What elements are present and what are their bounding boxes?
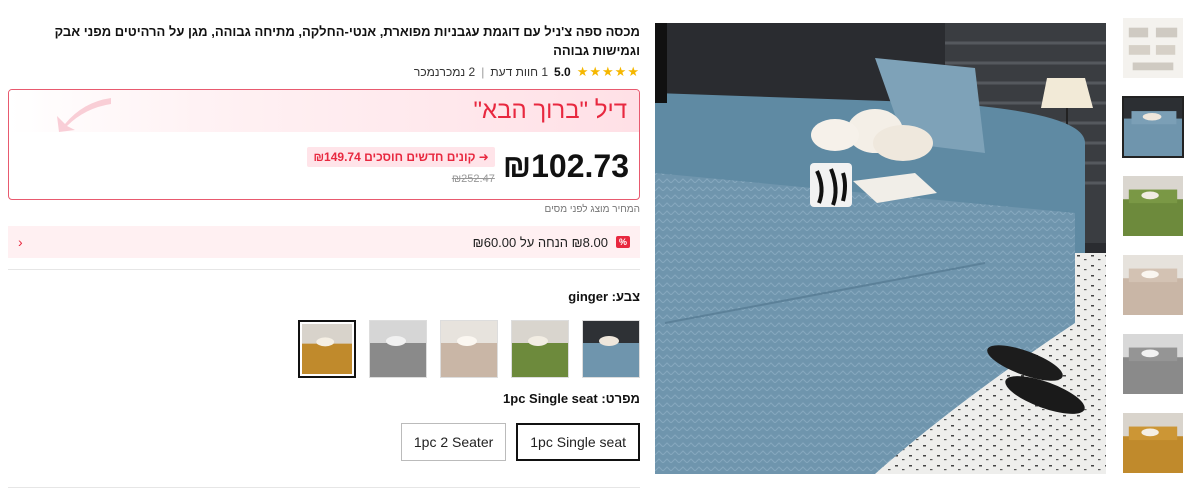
separator: | bbox=[481, 65, 485, 79]
color-swatch-ginger[interactable] bbox=[298, 320, 356, 378]
thumbnail-green[interactable] bbox=[1122, 175, 1184, 237]
price-side: ➜ קונים חדשים חוסכים ₪149.74 ₪252.47 bbox=[307, 147, 495, 185]
color-swatch-gray[interactable] bbox=[369, 320, 427, 378]
sold-count: 2 נמכרנמכר bbox=[413, 65, 476, 79]
size-label: מפרט: 1pc Single seat bbox=[503, 391, 640, 406]
thumbnail-ginger[interactable] bbox=[1122, 412, 1184, 474]
coupon-tag-icon: % bbox=[615, 236, 630, 248]
original-price: ₪252.47 bbox=[451, 173, 495, 185]
product-info-panel: מכסה ספה צ'ניל עם דוגמת עגבניות מפוארת, … bbox=[8, 22, 640, 461]
thumbnail-blue[interactable] bbox=[1122, 96, 1184, 158]
coupon-content: % ₪8.00 הנחה על ₪60.00 bbox=[473, 235, 630, 250]
divider bbox=[8, 269, 640, 270]
rating-value: 5.0 bbox=[554, 65, 571, 79]
arrow-decoration-icon bbox=[57, 98, 111, 132]
color-swatches bbox=[8, 320, 640, 378]
size-option-2-seater[interactable]: 1pc 2 Seater bbox=[400, 423, 507, 461]
rating-row: ★★★★★ 5.0 1 חוות דעת | 2 נמכרנמכר bbox=[8, 64, 640, 80]
bottom-divider bbox=[8, 487, 640, 488]
product-title: מכסה ספה צ'ניל עם דוגמת עגבניות מפוארת, … bbox=[54, 24, 640, 58]
color-label: צבע: ginger bbox=[568, 289, 640, 304]
savings-badge: ➜ קונים חדשים חוסכים ₪149.74 bbox=[307, 147, 495, 167]
color-swatch-blue[interactable] bbox=[582, 320, 640, 378]
chevron-left-icon[interactable]: ‹ bbox=[18, 234, 23, 250]
coupon-banner[interactable]: % ₪8.00 הנחה על ₪60.00 ‹ bbox=[8, 226, 640, 258]
rating-stars-icon: ★★★★★ bbox=[576, 64, 640, 79]
thumbnail-gray[interactable] bbox=[1122, 333, 1184, 395]
deal-title: דיל "ברוך הבא" bbox=[473, 97, 628, 124]
thumbnail-size-chart[interactable] bbox=[1122, 17, 1184, 79]
current-price: ₪102.73 bbox=[502, 147, 629, 184]
savings-text: קונים חדשים חוסכים ₪149.74 bbox=[313, 150, 476, 164]
tax-note: המחיר מוצג לפני מסים bbox=[544, 204, 640, 215]
color-swatch-green[interactable] bbox=[511, 320, 569, 378]
thumbnail-beige[interactable] bbox=[1122, 254, 1184, 316]
size-options: 1pc Single seat 1pc 2 Seater bbox=[8, 423, 640, 461]
color-swatch-beige[interactable] bbox=[440, 320, 498, 378]
coupon-text: ₪8.00 הנחה על ₪60.00 bbox=[472, 234, 608, 250]
reviews-link[interactable]: 1 חוות דעת bbox=[490, 65, 548, 79]
deal-box: דיל "ברוך הבא" ₪102.73 ➜ קונים חדשים חוס… bbox=[8, 89, 640, 200]
deal-body: ₪102.73 ➜ קונים חדשים חוסכים ₪149.74 ₪25… bbox=[9, 132, 639, 199]
thumbnail-list bbox=[1122, 17, 1184, 489]
main-product-image[interactable] bbox=[655, 23, 1106, 474]
size-option-single-seat[interactable]: 1pc Single seat bbox=[516, 423, 640, 461]
